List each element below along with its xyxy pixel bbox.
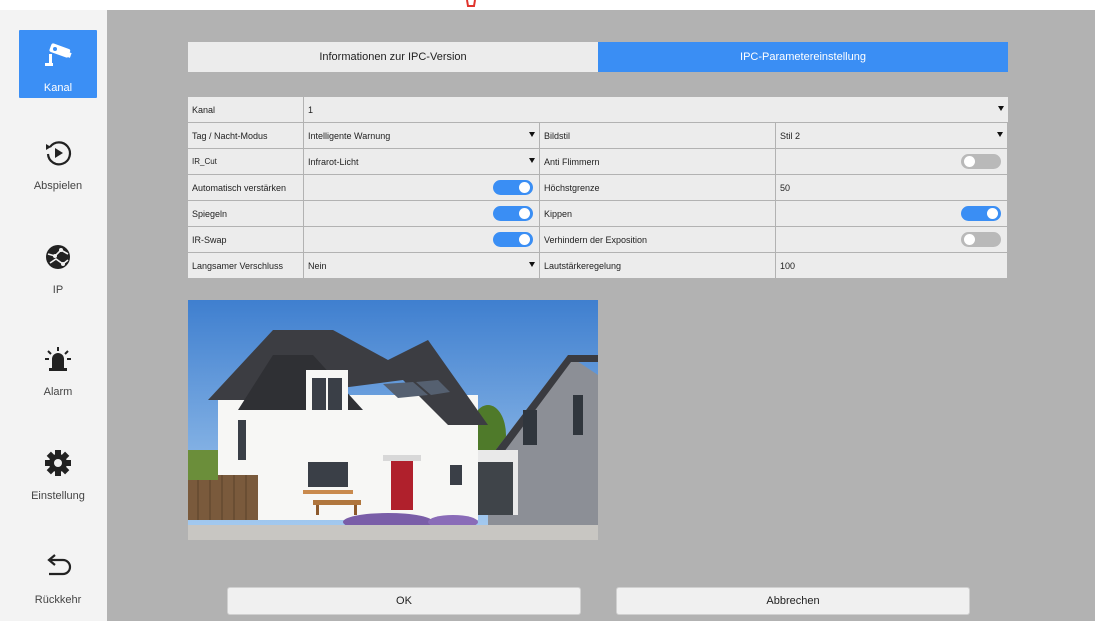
langsamer-verschluss-select[interactable]: Nein [304, 253, 539, 278]
anti-flimmern-cell [776, 149, 1007, 174]
lautstaerke-label: Lautstärkeregelung [540, 253, 775, 278]
exposition-toggle[interactable] [961, 232, 1001, 247]
cancel-button[interactable]: Abbrechen [616, 587, 970, 615]
bildstil-select[interactable]: Stil 2 [776, 123, 1007, 148]
camera-preview-image [188, 300, 598, 540]
exposition-cell [776, 227, 1007, 252]
kippen-label: Kippen [540, 201, 775, 226]
sidebar-item-label: Kanal [43, 82, 73, 94]
bildstil-label: Bildstil [540, 123, 775, 148]
kippen-toggle[interactable] [961, 206, 1001, 221]
hoechstgrenze-label: Höchstgrenze [540, 175, 775, 200]
auto-verstaerken-toggle[interactable] [493, 180, 533, 195]
tag-nacht-select[interactable]: Intelligente Warnung [304, 123, 539, 148]
auto-verstaerken-label: Automatisch verstärken [188, 175, 303, 200]
spiegeln-toggle[interactable] [493, 206, 533, 221]
ir-cut-select[interactable]: Infrarot-Licht [304, 149, 539, 174]
sidebar-item-abspielen[interactable]: Abspielen [19, 128, 97, 196]
sidebar-item-alarm[interactable]: Alarm [19, 334, 97, 402]
exposition-label: Verhindern der Exposition [540, 227, 775, 252]
lautstaerke-value: 100 [780, 260, 796, 271]
kanal-select[interactable]: 1 [304, 97, 1008, 122]
gear-icon [41, 446, 75, 480]
sidebar-item-label: IP [52, 284, 64, 296]
camera-icon [41, 38, 75, 72]
spiegeln-label: Spiegeln [188, 201, 303, 226]
sidebar-item-label: Alarm [43, 386, 73, 398]
alarm-siren-icon [41, 342, 75, 376]
tag-nacht-value: Intelligente Warnung [308, 130, 391, 141]
ir-swap-toggle[interactable] [493, 232, 533, 247]
back-arrow-icon [41, 550, 75, 584]
sidebar-item-ip[interactable]: IP [19, 232, 97, 300]
sidebar: Kanal Abspielen IP Alarm Einstellung Rüc… [0, 10, 107, 621]
settings-row: IR-Swap Verhindern der Exposition [188, 227, 1008, 253]
ir-swap-cell [304, 227, 539, 252]
hoechstgrenze-field[interactable]: 50 [776, 175, 1007, 200]
ir-cut-label: IR_Cut [188, 149, 303, 174]
main-panel: Informationen zur IPC-Version IPC-Parame… [107, 10, 1095, 621]
kanal-label: Kanal [188, 97, 303, 122]
bildstil-value: Stil 2 [780, 130, 801, 141]
sidebar-item-label: Einstellung [31, 490, 85, 502]
langsamer-verschluss-value: Nein [308, 260, 327, 271]
sidebar-item-label: Abspielen [33, 180, 83, 192]
sidebar-item-rueckkehr[interactable]: Rückkehr [19, 542, 97, 610]
kanal-value: 1 [308, 104, 314, 115]
kippen-cell [776, 201, 1007, 226]
lautstaerke-field[interactable]: 100 [776, 253, 1007, 278]
settings-grid: Kanal 1 Tag / Nacht-Modus Intelligente W… [188, 97, 1008, 279]
settings-row: Tag / Nacht-Modus Intelligente Warnung B… [188, 123, 1008, 149]
sidebar-item-label: Rückkehr [34, 594, 82, 606]
spiegeln-cell [304, 201, 539, 226]
top-indicator-icon [466, 0, 476, 7]
anti-flimmern-toggle[interactable] [961, 154, 1001, 169]
replay-icon [41, 136, 75, 170]
settings-row: Spiegeln Kippen [188, 201, 1008, 227]
settings-row: Langsamer Verschluss Nein Lautstärkerege… [188, 253, 1008, 279]
network-globe-icon [41, 240, 75, 274]
settings-row: IR_Cut Infrarot-Licht Anti Flimmern [188, 149, 1008, 175]
tab-bar: Informationen zur IPC-Version IPC-Parame… [188, 42, 1008, 72]
chevron-down-icon [997, 132, 1003, 137]
top-bar [0, 0, 1095, 10]
ir-cut-value: Infrarot-Licht [308, 156, 359, 167]
sidebar-item-einstellung[interactable]: Einstellung [19, 438, 97, 506]
sidebar-item-kanal[interactable]: Kanal [19, 30, 97, 98]
langsamer-verschluss-label: Langsamer Verschluss [188, 253, 303, 278]
ir-swap-label: IR-Swap [188, 227, 303, 252]
tab-ipc-version[interactable]: Informationen zur IPC-Version [188, 42, 598, 72]
anti-flimmern-label: Anti Flimmern [540, 149, 775, 174]
settings-row: Automatisch verstärken Höchstgrenze 50 [188, 175, 1008, 201]
tag-nacht-label: Tag / Nacht-Modus [188, 123, 303, 148]
hoechstgrenze-value: 50 [780, 182, 791, 193]
chevron-down-icon [529, 158, 535, 163]
tab-ipc-parameter[interactable]: IPC-Parametereinstellung [598, 42, 1008, 72]
settings-row: Kanal 1 [188, 97, 1008, 123]
auto-verstaerken-cell [304, 175, 539, 200]
chevron-down-icon [998, 106, 1004, 111]
chevron-down-icon [529, 262, 535, 267]
chevron-down-icon [529, 132, 535, 137]
ok-button[interactable]: OK [227, 587, 581, 615]
